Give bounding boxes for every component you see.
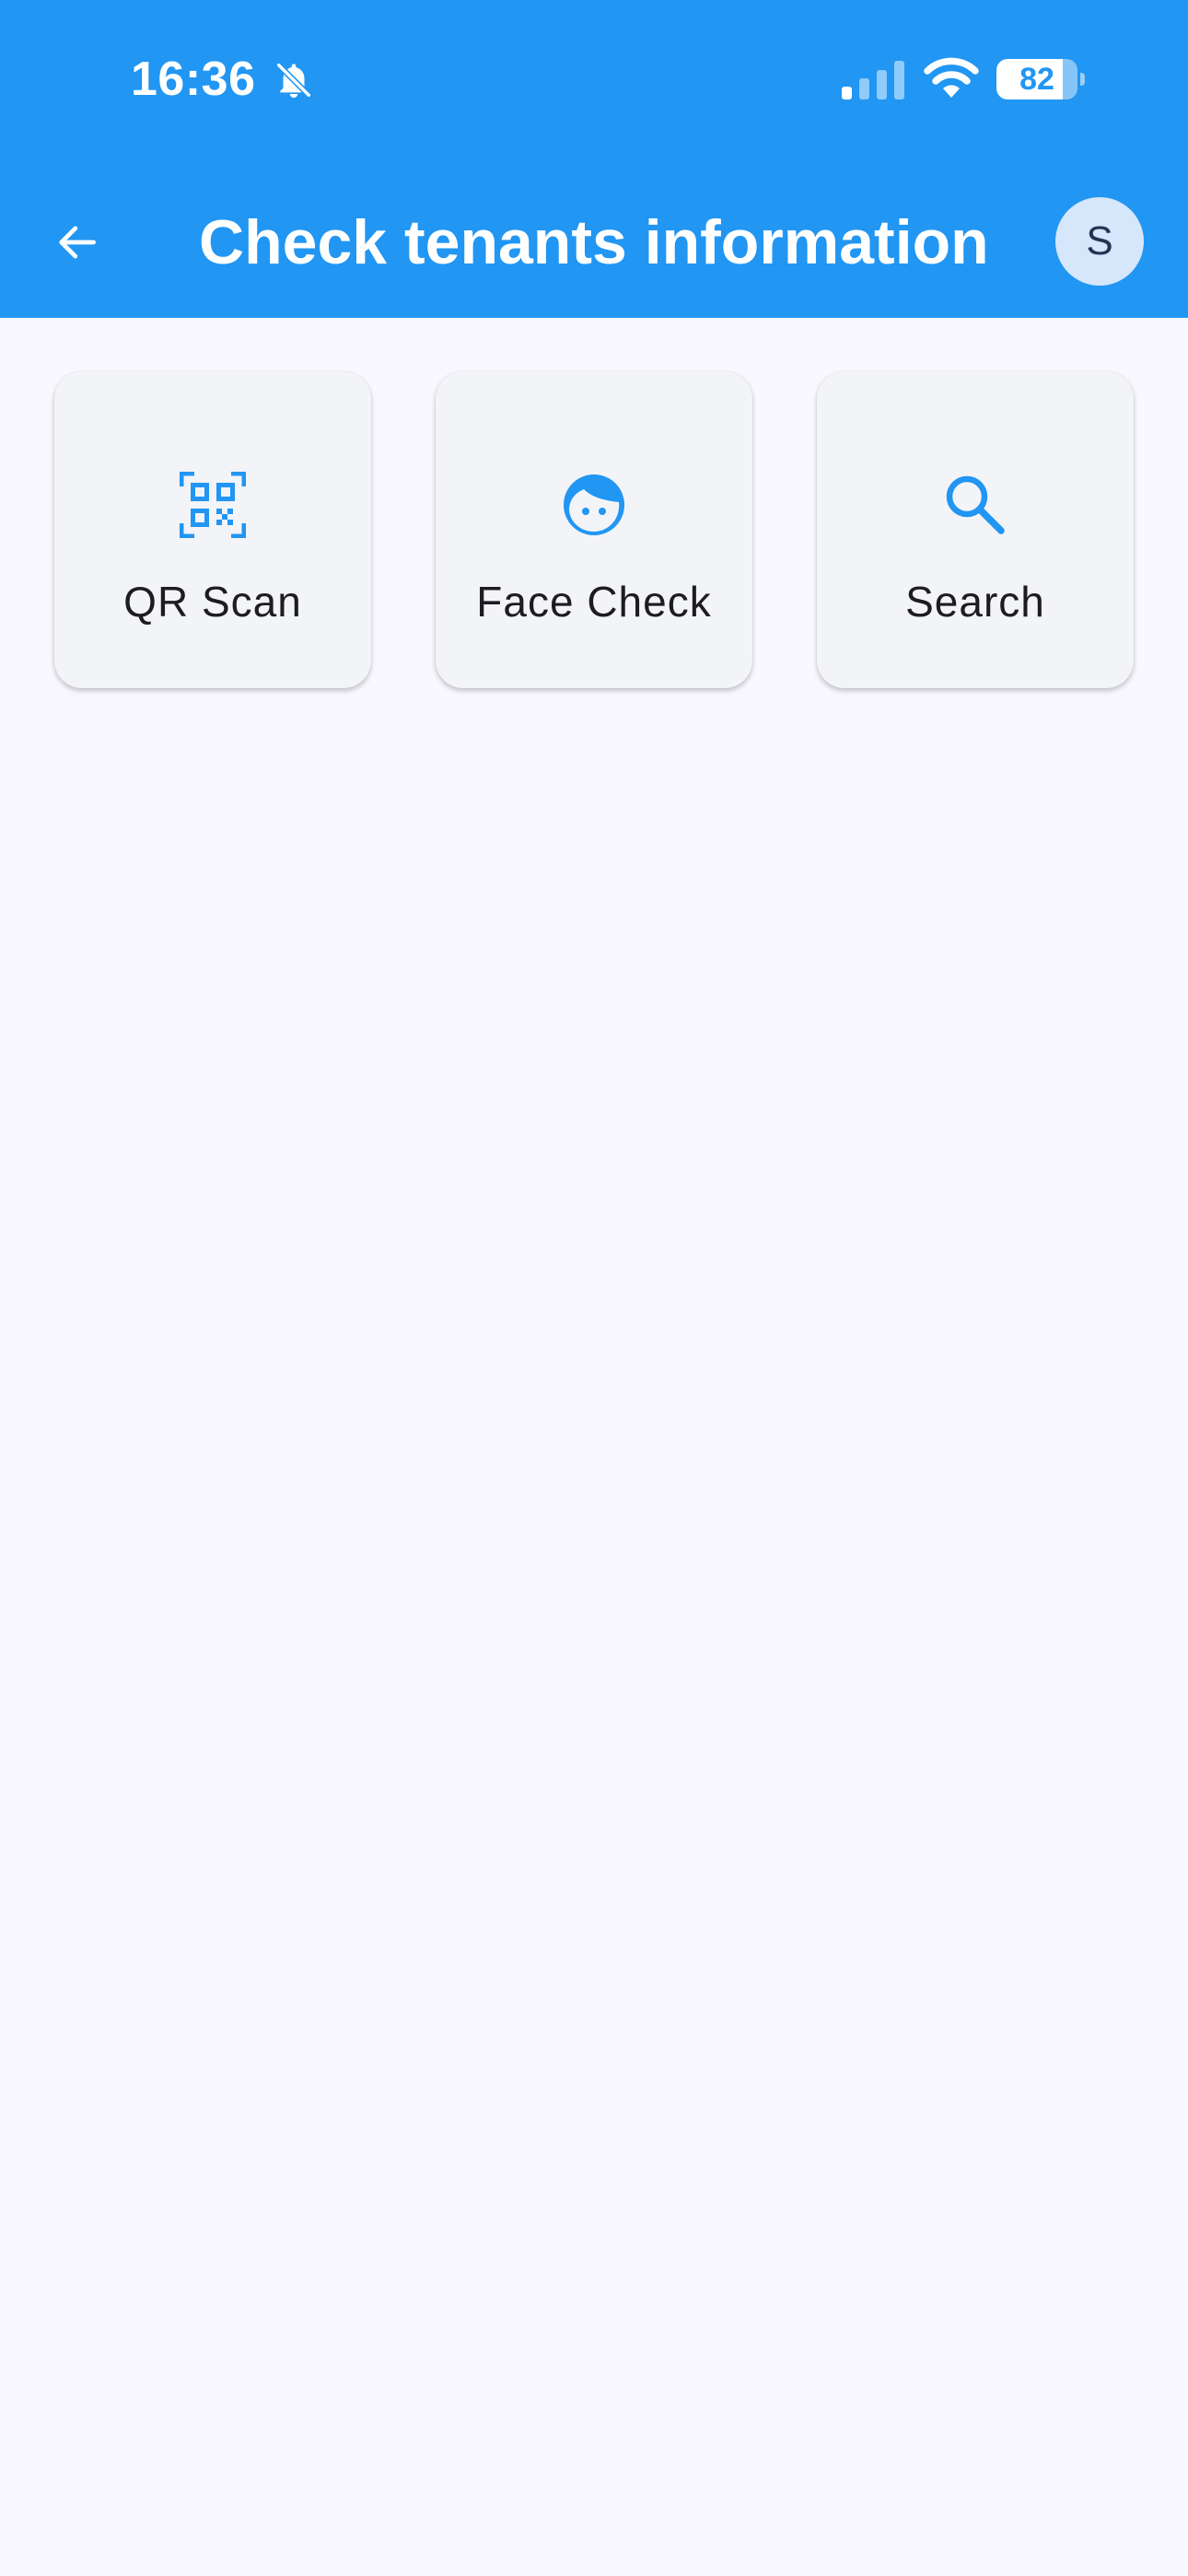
- app-header: 16:36 82 Check tenants information S: [0, 0, 1188, 318]
- search-icon: [946, 475, 1005, 534]
- battery-cap: [1080, 73, 1085, 86]
- battery-level: 82: [1019, 62, 1054, 97]
- qr-scan-label: QR Scan: [123, 578, 302, 626]
- action-cards: QR Scan Face Check Search: [54, 371, 1134, 688]
- face-check-card[interactable]: Face Check: [436, 371, 752, 688]
- page-title: Check tenants information: [199, 207, 989, 277]
- wifi-icon: [924, 57, 979, 98]
- face-icon: [564, 474, 624, 535]
- back-button[interactable]: [37, 203, 116, 282]
- arrow-left-icon: [59, 226, 96, 259]
- battery-body: 82: [996, 59, 1077, 100]
- status-bar: 16:36 82: [0, 0, 1188, 161]
- qr-scan-card[interactable]: QR Scan: [54, 371, 371, 688]
- avatar[interactable]: S: [1055, 197, 1144, 286]
- status-time: 16:36: [131, 53, 256, 106]
- search-card[interactable]: Search: [817, 371, 1134, 688]
- battery-icon: 82: [996, 59, 1085, 100]
- qr-code-icon: [180, 472, 246, 538]
- cellular-signal-icon: [842, 61, 904, 100]
- bell-off-icon: [276, 63, 311, 99]
- search-label: Search: [905, 578, 1045, 626]
- face-check-label: Face Check: [476, 578, 712, 626]
